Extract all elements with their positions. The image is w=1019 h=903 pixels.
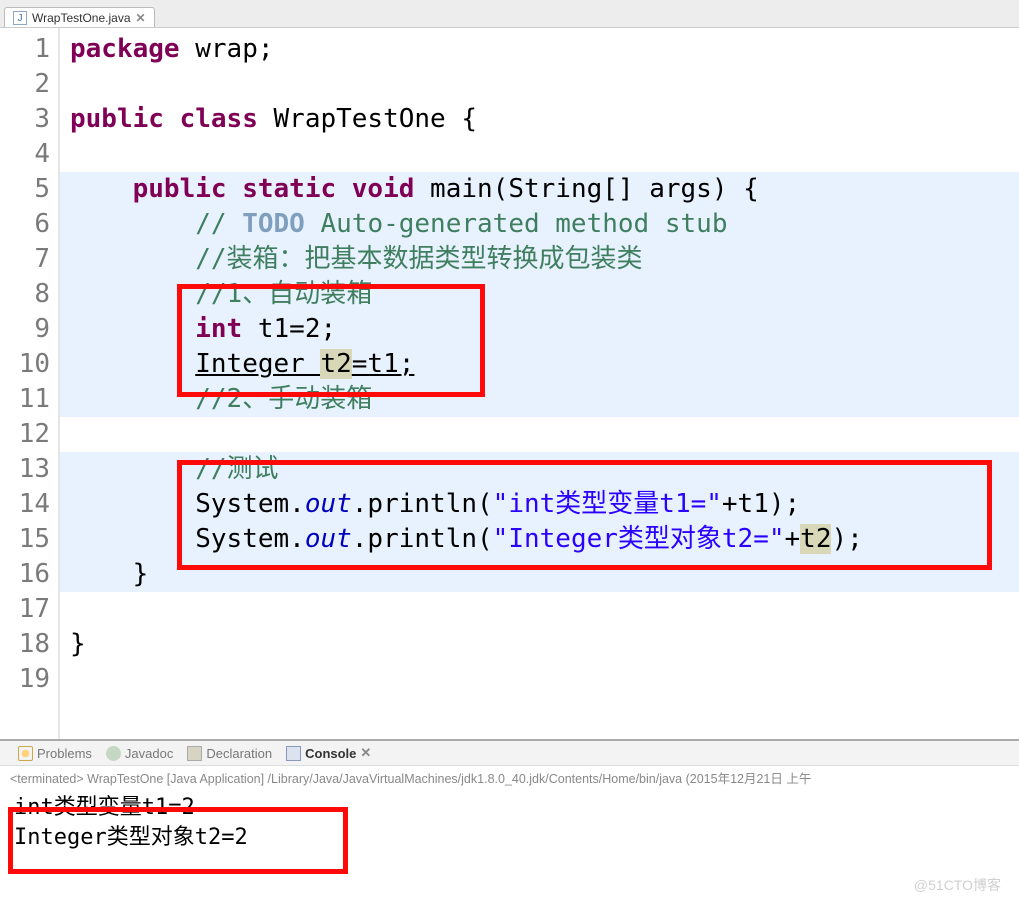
- editor-tab-bar: J WrapTestOne.java ✕: [0, 0, 1019, 28]
- tab-console[interactable]: Console ✕: [286, 745, 371, 761]
- tab-problems[interactable]: Problems: [18, 746, 92, 761]
- console-header: <terminated> WrapTestOne [Java Applicati…: [0, 766, 1019, 791]
- console-icon: [286, 746, 301, 761]
- editor-tab[interactable]: J WrapTestOne.java ✕: [4, 7, 155, 27]
- java-file-icon: J: [13, 11, 27, 25]
- close-icon[interactable]: ✕: [360, 745, 371, 761]
- declaration-icon: [187, 746, 202, 761]
- tab-filename: WrapTestOne.java: [32, 11, 131, 25]
- close-icon[interactable]: ✕: [136, 11, 146, 25]
- bottom-panel: Problems Javadoc Declaration Console ✕ <…: [0, 740, 1019, 861]
- editor-area: J WrapTestOne.java ✕ 123 456 789 101112 …: [0, 0, 1019, 740]
- panel-tab-bar: Problems Javadoc Declaration Console ✕: [0, 741, 1019, 766]
- tab-javadoc[interactable]: Javadoc: [106, 746, 173, 761]
- console-output[interactable]: int类型变量t1=2 Integer类型对象t2=2: [0, 791, 1019, 861]
- console-line: Integer类型对象t2=2: [14, 823, 1009, 853]
- javadoc-icon: [106, 746, 121, 761]
- line-number-gutter: 123 456 789 101112 131415 161718 19: [0, 28, 60, 739]
- console-line: int类型变量t1=2: [14, 793, 1009, 823]
- problems-icon: [18, 746, 33, 761]
- code-wrapper: 123 456 789 101112 131415 161718 19 pack…: [0, 28, 1019, 739]
- code-editor[interactable]: package wrap; public class WrapTestOne {…: [60, 28, 1019, 739]
- watermark: @51CTO博客: [914, 875, 1001, 895]
- tab-declaration[interactable]: Declaration: [187, 746, 272, 761]
